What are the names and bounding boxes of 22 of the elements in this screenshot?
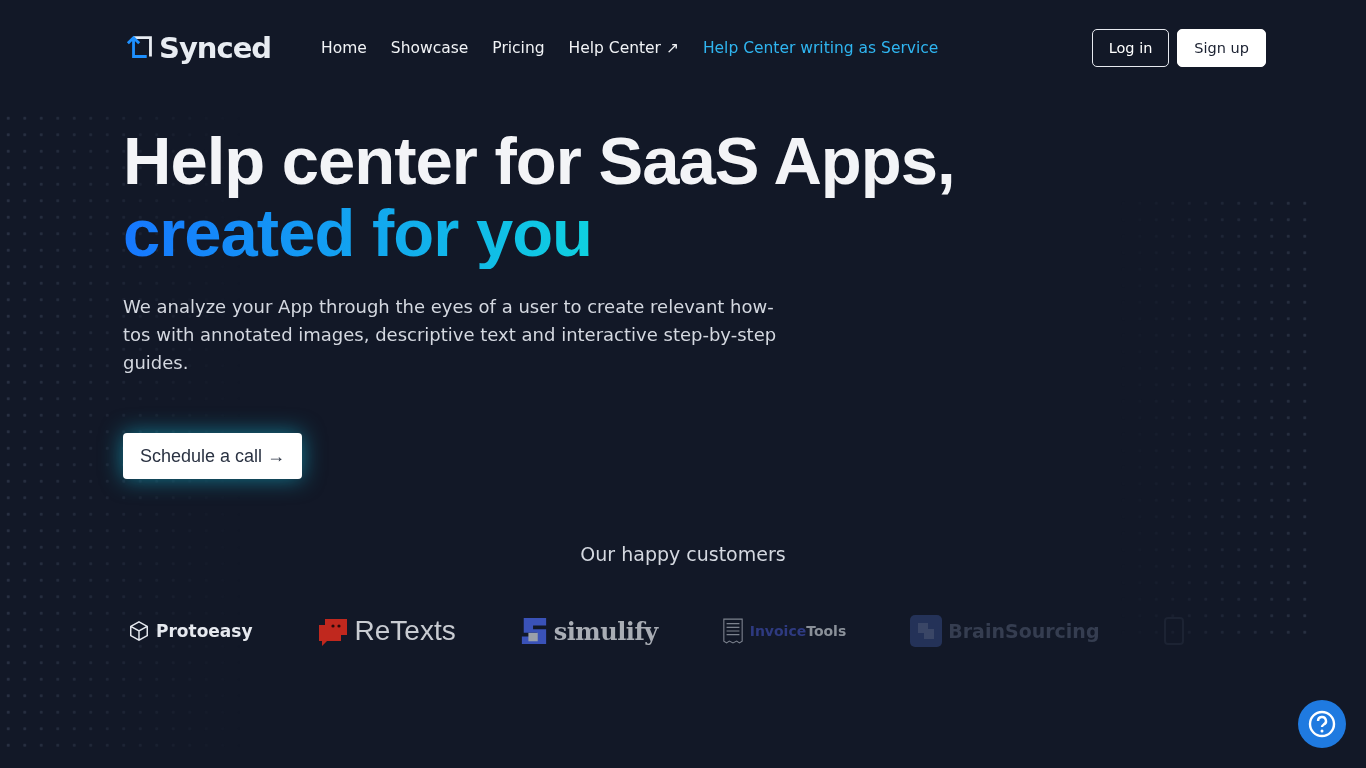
customer-logo-text: ReTexts: [354, 615, 456, 647]
hero-description: We analyze your App through the eyes of a user to create relevant how-tos with annotated images, descriptive text and interactive step-by-step guides.: [123, 295, 778, 375]
nav-link[interactable]: Showcase: [390, 39, 469, 57]
brand-name[interactable]: Synced: [159, 31, 272, 65]
nav-link[interactable]: Pricing: [492, 39, 545, 57]
customers-heading: Our happy customers: [579, 543, 787, 565]
receipt-icon: [721, 617, 744, 645]
nav-link[interactable]: Help Center ↗: [568, 39, 679, 57]
cube-icon: [128, 620, 150, 642]
schedule-call-button[interactable]: Schedule a call →: [123, 433, 303, 479]
login-button[interactable]: Log in: [1091, 29, 1170, 67]
hero-title: Help center for SaaS Apps,: [123, 125, 956, 197]
customer-logo-text: InvoiceTools: [749, 623, 847, 639]
nav-link[interactable]: Help Center writing as Service: [702, 39, 939, 57]
customer-logo-text: simulify: [553, 616, 658, 646]
square-logo-icon: [910, 615, 943, 647]
signup-button[interactable]: Sign up: [1177, 29, 1266, 67]
s-logo-icon: [519, 616, 548, 646]
question-icon: [1307, 709, 1337, 739]
nav-link[interactable]: Home: [321, 39, 367, 57]
customer-logo-text: Protoeasy: [156, 621, 253, 641]
help-button[interactable]: [1298, 700, 1346, 748]
